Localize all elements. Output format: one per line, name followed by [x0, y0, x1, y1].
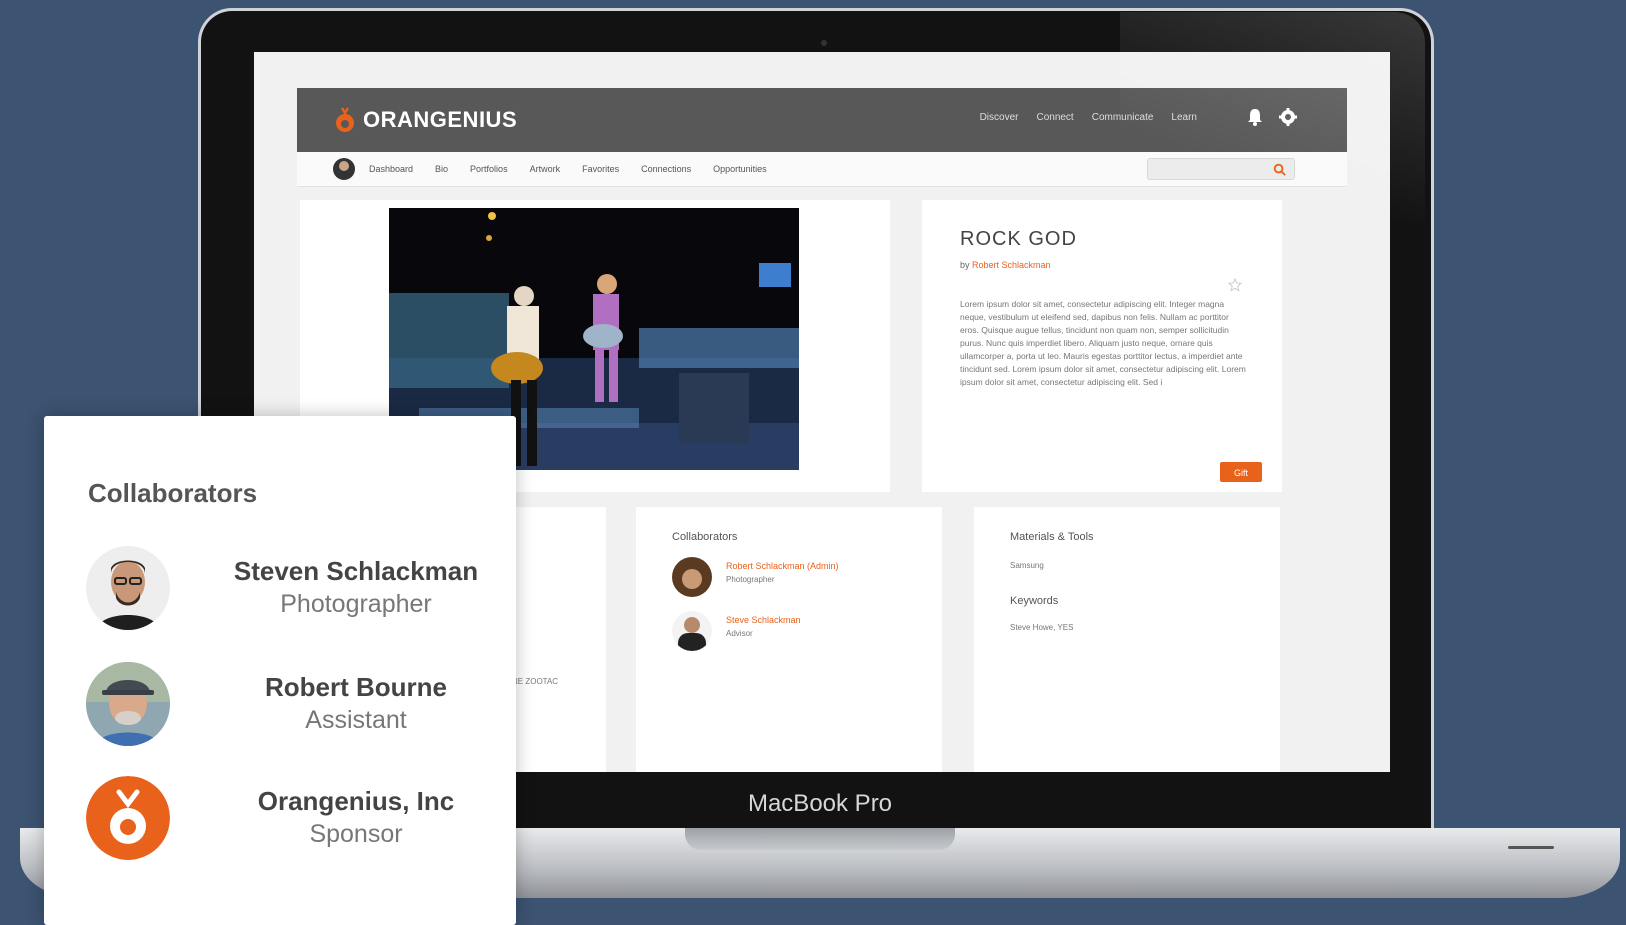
collaborator-name[interactable]: Robert Bourne — [186, 672, 526, 703]
search-icon[interactable] — [1273, 163, 1286, 176]
person-avatar — [672, 557, 712, 597]
collaborators-card: Collaborators Robert Schlackman (Admin) … — [636, 507, 942, 772]
subnav-connections[interactable]: Connections — [641, 164, 691, 174]
collaborator-role: Photographer — [280, 590, 432, 618]
top-bar: ORANGENIUS Discover Connect Communicate … — [297, 88, 1347, 152]
laptop-notch — [685, 828, 955, 850]
author-link[interactable]: Robert Schlackman — [972, 260, 1051, 270]
laptop-slot — [1508, 846, 1554, 849]
nav-communicate[interactable]: Communicate — [1092, 112, 1154, 123]
sub-nav-items: Dashboard Bio Portfolios Artwork Favorit… — [369, 164, 767, 174]
collaborator-name[interactable]: Robert Schlackman (Admin) — [726, 561, 839, 571]
collaborator-role: Assistant — [305, 706, 407, 734]
collaborator-item[interactable]: Robert Schlackman (Admin) Photographer — [672, 557, 839, 597]
materials-card: Materials & Tools Samsung Keywords Steve… — [974, 507, 1280, 772]
user-avatar[interactable] — [333, 158, 355, 180]
collaborator-row[interactable]: Steven Schlackman Photographer — [86, 546, 486, 636]
keywords-value: Steve Howe, YES — [1010, 623, 1074, 632]
subnav-opportunities[interactable]: Opportunities — [713, 164, 767, 174]
orange-logo-icon — [336, 107, 354, 132]
collaborator-row[interactable]: Robert Bourne Assistant — [86, 662, 486, 752]
bell-icon[interactable] — [1247, 108, 1263, 126]
nav-discover[interactable]: Discover — [980, 112, 1019, 123]
nav-connect[interactable]: Connect — [1036, 112, 1073, 123]
subnav-dashboard[interactable]: Dashboard — [369, 164, 413, 174]
subnav-portfolios[interactable]: Portfolios — [470, 164, 508, 174]
overlay-title: Collaborators — [88, 478, 258, 508]
collaborator-role: Advisor — [726, 629, 753, 638]
collaborator-role: Photographer — [726, 575, 775, 584]
gear-icon[interactable] — [1279, 108, 1297, 126]
orange-logo-icon — [86, 776, 170, 860]
collaborator-name[interactable]: Steven Schlackman — [186, 556, 526, 587]
collaborators-heading: Collaborators — [672, 531, 738, 543]
artwork-description: Lorem ipsum dolor sit amet, consectetur … — [960, 299, 1246, 387]
camera-dot — [821, 40, 827, 46]
byline-prefix: by — [960, 260, 970, 270]
sub-nav: Dashboard Bio Portfolios Artwork Favorit… — [297, 152, 1347, 187]
artwork-byline: by Robert Schlackman — [960, 260, 1051, 270]
top-nav: Discover Connect Communicate Learn — [980, 112, 1197, 123]
collaborator-role: Sponsor — [309, 820, 403, 848]
materials-value: Samsung — [1010, 561, 1044, 570]
laptop-brand-label: MacBook Pro — [747, 790, 893, 817]
artwork-title: ROCK GOD — [960, 228, 1077, 250]
collaborators-overlay-card: Collaborators Steven Schlackman Photogra… — [44, 416, 516, 925]
search-input[interactable] — [1147, 158, 1295, 180]
subnav-artwork[interactable]: Artwork — [530, 164, 561, 174]
star-icon[interactable] — [1228, 278, 1242, 292]
keywords-heading: Keywords — [1010, 595, 1059, 607]
artwork-info-card: ROCK GOD by Robert Schlackman Lorem ipsu… — [922, 200, 1282, 492]
person-avatar — [86, 546, 170, 630]
person-avatar — [86, 662, 170, 746]
collaborator-row[interactable]: Orangenius, Inc Sponsor — [86, 776, 486, 866]
collaborator-name[interactable]: Steve Schlackman — [726, 615, 801, 625]
orangenius-logo[interactable]: ORANGENIUS — [333, 106, 517, 134]
subnav-favorites[interactable]: Favorites — [582, 164, 619, 174]
collaborator-item[interactable]: Steve Schlackman Advisor — [672, 611, 801, 651]
collaborator-name[interactable]: Orangenius, Inc — [186, 786, 526, 817]
gift-button[interactable]: Gift — [1220, 462, 1262, 482]
logo-text: ORANGENIUS — [363, 107, 518, 132]
materials-heading: Materials & Tools — [1010, 531, 1094, 543]
subnav-bio[interactable]: Bio — [435, 164, 448, 174]
nav-learn[interactable]: Learn — [1171, 112, 1197, 123]
person-avatar — [672, 611, 712, 651]
